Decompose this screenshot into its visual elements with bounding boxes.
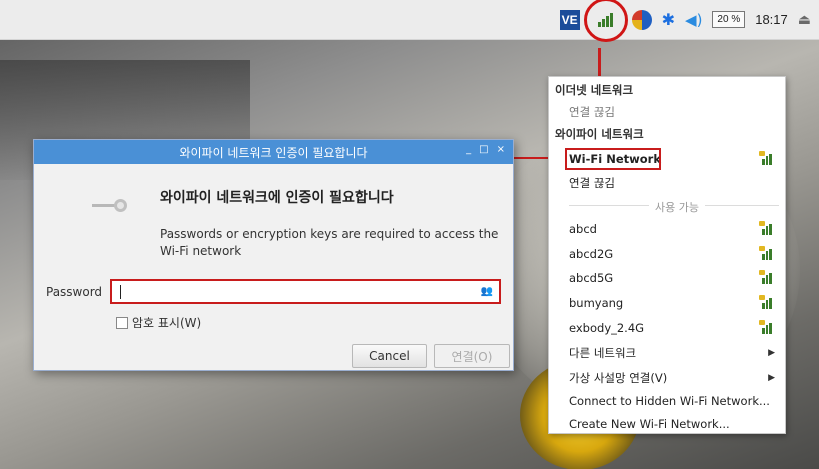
- dialog-titlebar[interactable]: 와이파이 네트워크 인증이 필요합니다 _ □ ×: [34, 140, 513, 164]
- clock[interactable]: 18:17: [755, 12, 788, 27]
- connect-hidden-item[interactable]: Connect to Hidden Wi-Fi Network...: [549, 390, 785, 412]
- vnc-icon[interactable]: VE: [559, 9, 580, 30]
- window-controls: _ □ ×: [466, 144, 505, 155]
- show-password-label: 암호 표시(W): [132, 316, 202, 330]
- network-item[interactable]: abcd5G: [549, 267, 785, 289]
- wifi-header: 와이파이 네트워크: [555, 127, 644, 141]
- selection-highlight: [565, 148, 661, 170]
- minimize-icon[interactable]: _: [466, 144, 471, 155]
- password-input[interactable]: 👥: [110, 279, 501, 304]
- signal-lock-icon: [759, 245, 775, 260]
- maximize-icon[interactable]: □: [479, 144, 488, 155]
- cpu-usage-badge[interactable]: 20 %: [712, 11, 746, 28]
- bluetooth-icon[interactable]: ✱: [662, 10, 675, 29]
- signal-lock-icon: [759, 294, 775, 309]
- vpn-item[interactable]: 가상 사설망 연결(V) ▶: [549, 367, 785, 389]
- network-item[interactable]: exbody_2.4G: [549, 317, 785, 339]
- password-label: Password: [46, 285, 103, 299]
- dialog-heading: 와이파이 네트워크에 인증이 필요합니다: [160, 190, 394, 206]
- wifi-menu: 이더넷 네트워크 연결 끊김 와이파이 네트워크 Wi-Fi Network 연…: [548, 76, 786, 434]
- signal-lock-icon: [759, 150, 775, 165]
- signal-lock-icon: [759, 220, 775, 235]
- submenu-arrow-icon: ▶: [768, 348, 775, 358]
- taskbar: VE ✱ ◀) 20 % 18:17 ⏏: [0, 0, 819, 42]
- volume-icon[interactable]: ◀): [685, 11, 702, 29]
- selected-network-item[interactable]: Wi-Fi Network: [549, 148, 785, 170]
- ethernet-header: 이더넷 네트워크: [555, 83, 634, 97]
- signal-lock-icon: [759, 269, 775, 284]
- auth-dialog: 와이파이 네트워크 인증이 필요합니다 _ □ × 와이파이 네트워크에 인증이…: [33, 139, 514, 371]
- available-label: 사용 가능: [649, 199, 705, 215]
- create-new-network-item[interactable]: Create New Wi-Fi Network...: [549, 413, 785, 435]
- highlight-circle: [583, 0, 628, 42]
- checkbox-box[interactable]: [116, 316, 128, 329]
- other-networks-item[interactable]: 다른 네트워크 ▶: [549, 342, 785, 364]
- signal-lock-icon: [759, 319, 775, 334]
- disconnect-item[interactable]: 연결 끊김: [549, 172, 785, 194]
- text-caret: [120, 285, 121, 299]
- dialog-title: 와이파이 네트워크 인증이 필요합니다: [179, 145, 368, 160]
- network-item[interactable]: abcd: [549, 218, 785, 240]
- show-password-checkbox[interactable]: 암호 표시(W): [116, 314, 201, 331]
- close-icon[interactable]: ×: [497, 144, 505, 155]
- eject-icon[interactable]: ⏏: [798, 12, 811, 28]
- globe-icon[interactable]: [631, 9, 652, 30]
- users-icon[interactable]: 👥: [481, 286, 493, 297]
- ethernet-status: 연결 끊김: [569, 105, 615, 119]
- submenu-arrow-icon: ▶: [768, 373, 775, 383]
- key-icon: [92, 198, 128, 214]
- wifi-tray-button[interactable]: [583, 0, 628, 42]
- network-item[interactable]: abcd2G: [549, 243, 785, 265]
- annotation-line: [598, 48, 601, 76]
- network-item[interactable]: bumyang: [549, 292, 785, 314]
- connect-button[interactable]: 연결(O): [434, 344, 510, 368]
- cancel-button[interactable]: Cancel: [352, 344, 427, 368]
- dialog-description: Passwords or encryption keys are require…: [160, 227, 499, 258]
- system-tray: VE ✱ ◀) 20 % 18:17 ⏏: [559, 0, 811, 42]
